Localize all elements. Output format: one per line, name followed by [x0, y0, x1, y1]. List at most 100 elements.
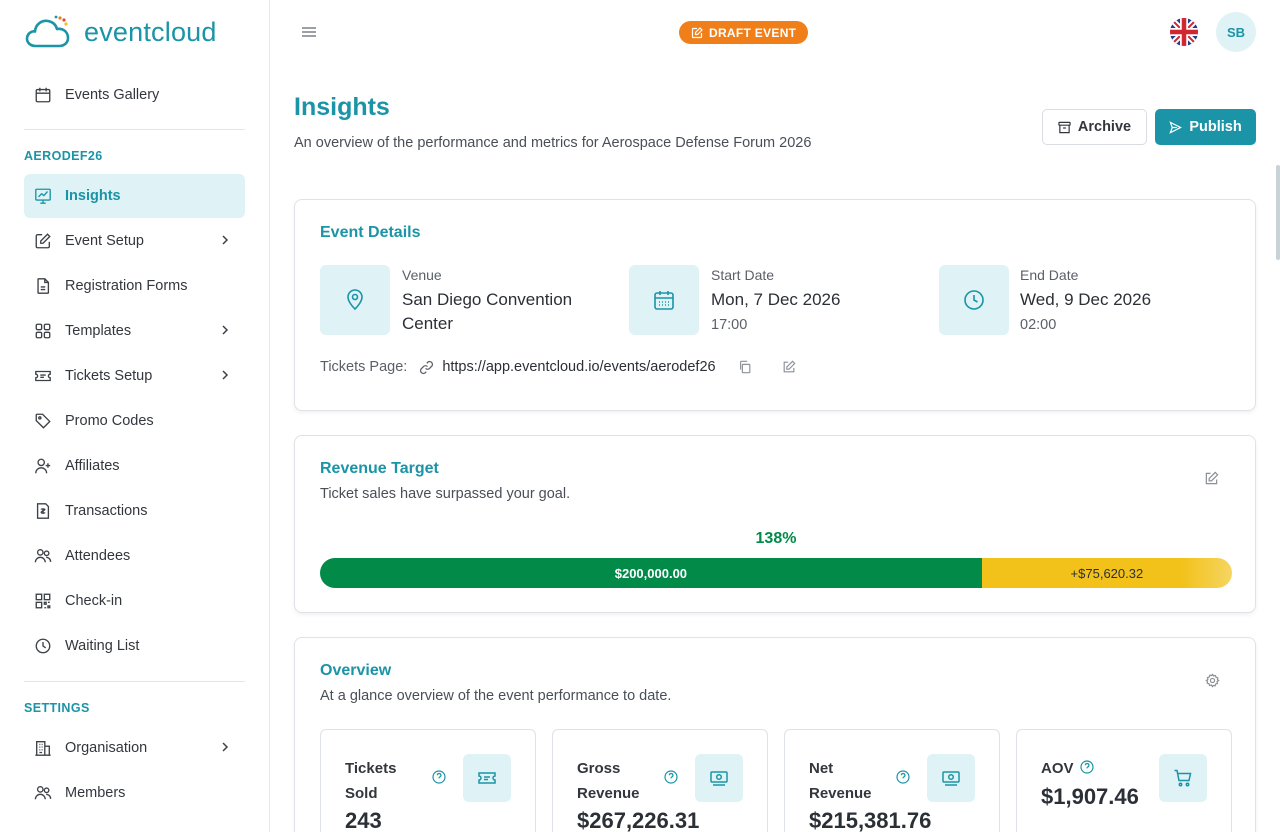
- event-section-heading: AERODEF26: [24, 149, 103, 163]
- stat-label: AOV: [1041, 760, 1074, 777]
- menu-toggle-button[interactable]: [300, 24, 318, 45]
- publish-button[interactable]: Publish: [1155, 109, 1256, 145]
- sidebar-item-affiliates[interactable]: Affiliates: [24, 444, 245, 488]
- external-edit-icon[interactable]: [782, 360, 796, 374]
- brand-logo[interactable]: eventcloud: [24, 14, 217, 50]
- sidebar-item-event-setup[interactable]: Event Setup: [24, 219, 245, 263]
- chart-icon: [33, 186, 53, 206]
- start-date-icon-tile: [629, 265, 699, 335]
- archive-button-label: Archive: [1077, 119, 1132, 135]
- chevron-right-icon: [217, 232, 233, 252]
- sidebar-item-label: Insights: [65, 188, 121, 204]
- clock-icon: [964, 290, 984, 310]
- edit-target-button[interactable]: [1204, 471, 1219, 491]
- stat-value: 243: [345, 808, 382, 832]
- sidebar-item-label: Templates: [65, 323, 132, 339]
- sidebar-item-label: Event Setup: [65, 233, 144, 249]
- sidebar-item-label: Affiliates: [65, 458, 120, 474]
- scrollbar-thumb[interactable]: [1276, 165, 1280, 260]
- sidebar-item-insights[interactable]: Insights: [24, 174, 245, 218]
- tag-icon: [33, 411, 53, 431]
- building-icon: [33, 738, 53, 758]
- clock-icon: [33, 636, 53, 656]
- stat-value: $1,907.46: [1041, 784, 1139, 809]
- chevron-right-icon: [217, 739, 233, 759]
- sidebar-item-attendees[interactable]: Attendees: [24, 534, 245, 578]
- receipt-icon: [33, 501, 53, 521]
- sidebar-item-waiting-list[interactable]: Waiting List: [24, 624, 245, 668]
- tickets-page-row: Tickets Page: https://app.eventcloud.io/…: [320, 359, 796, 375]
- hamburger-icon: [302, 27, 316, 37]
- sidebar-item-label: Waiting List: [65, 638, 140, 654]
- revenue-progress-bar: $200,000.00 +$75,620.32: [320, 558, 1232, 588]
- page-subtitle: An overview of the performance and metri…: [294, 135, 812, 151]
- end-date-label: End Date: [1020, 267, 1079, 283]
- overview-settings-button[interactable]: [1205, 673, 1220, 693]
- status-badge-label: DRAFT EVENT: [709, 25, 797, 40]
- card-title: Revenue Target: [320, 460, 439, 477]
- help-icon[interactable]: [1080, 760, 1094, 779]
- end-time-value: 02:00: [1020, 317, 1057, 333]
- copy-icon[interactable]: [738, 360, 752, 374]
- edit-icon: [33, 231, 53, 251]
- venue-icon-tile: [320, 265, 390, 335]
- sidebar-item-label: Transactions: [65, 503, 148, 519]
- sidebar: eventcloud Events Gallery AERODEF26 Insi…: [0, 0, 270, 832]
- help-icon[interactable]: [432, 770, 446, 789]
- archive-button[interactable]: Archive: [1042, 109, 1147, 145]
- sidebar-item-templates[interactable]: Templates: [24, 309, 245, 353]
- grid-icon: [33, 321, 53, 341]
- revenue-target-card: Revenue Target Ticket sales have surpass…: [294, 435, 1256, 613]
- calendar-icon: [654, 291, 674, 310]
- start-date-value: Mon, 7 Dec 2026: [711, 290, 841, 309]
- page-title: Insights: [294, 93, 390, 121]
- publish-button-label: Publish: [1189, 119, 1242, 135]
- uk-flag-icon: [1170, 18, 1198, 46]
- event-details-card: Event Details Venue San Diego Convention…: [294, 199, 1256, 411]
- card-title: Overview: [320, 662, 392, 679]
- cloud-logo-icon: [25, 15, 70, 48]
- send-icon: [1169, 120, 1183, 134]
- tickets-page-link[interactable]: https://app.eventcloud.io/events/aerodef…: [442, 359, 715, 375]
- sidebar-item-label: Organisation: [65, 740, 148, 756]
- help-icon[interactable]: [896, 770, 910, 789]
- sidebar-item-tickets-setup[interactable]: Tickets Setup: [24, 354, 245, 398]
- card-subtitle: Ticket sales have surpassed your goal.: [320, 486, 571, 502]
- avatar[interactable]: SB: [1216, 12, 1256, 52]
- sidebar-item-label: Promo Codes: [65, 413, 154, 429]
- sidebar-divider: [24, 129, 245, 130]
- sidebar-item-label: Members: [65, 785, 126, 801]
- stat-aov: AOV $1,907.46: [1016, 729, 1232, 832]
- ticket-icon: [33, 366, 53, 386]
- overview-card: Overview At a glance overview of the eve…: [294, 637, 1256, 832]
- sidebar-item-label: Events Gallery: [65, 87, 160, 103]
- sidebar-item-registration-forms[interactable]: Registration Forms: [24, 264, 245, 308]
- sidebar-divider: [24, 681, 245, 682]
- link-icon: [420, 360, 434, 374]
- sidebar-item-promo-codes[interactable]: Promo Codes: [24, 399, 245, 443]
- archive-icon: [1058, 121, 1071, 133]
- help-icon[interactable]: [664, 770, 678, 789]
- stat-net-revenue: Net Revenue $215,381.76: [784, 729, 1000, 832]
- language-selector[interactable]: [1170, 18, 1198, 46]
- money-icon: [695, 754, 743, 802]
- sidebar-item-members[interactable]: Members: [24, 771, 245, 815]
- stat-label: Net Revenue: [809, 760, 872, 802]
- sidebar-item-check-in[interactable]: Check-in: [24, 579, 245, 623]
- users-icon: [33, 783, 53, 803]
- start-time-value: 17:00: [711, 317, 748, 333]
- sidebar-item-organisation[interactable]: Organisation: [24, 726, 245, 770]
- document-icon: [33, 276, 53, 296]
- stat-value: $267,226.31: [577, 808, 700, 832]
- sidebar-item-label: Attendees: [65, 548, 131, 564]
- qr-icon: [33, 591, 53, 611]
- edit-icon: [1205, 471, 1219, 485]
- end-date-value: Wed, 9 Dec 2026: [1020, 290, 1152, 309]
- money-icon: [927, 754, 975, 802]
- cart-icon: [1159, 754, 1207, 802]
- calendar-icon: [33, 85, 53, 105]
- card-title: Event Details: [320, 224, 421, 241]
- card-subtitle: At a glance overview of the event perfor…: [320, 688, 672, 704]
- sidebar-item-transactions[interactable]: Transactions: [24, 489, 245, 533]
- sidebar-item-events-gallery[interactable]: Events Gallery: [24, 73, 245, 117]
